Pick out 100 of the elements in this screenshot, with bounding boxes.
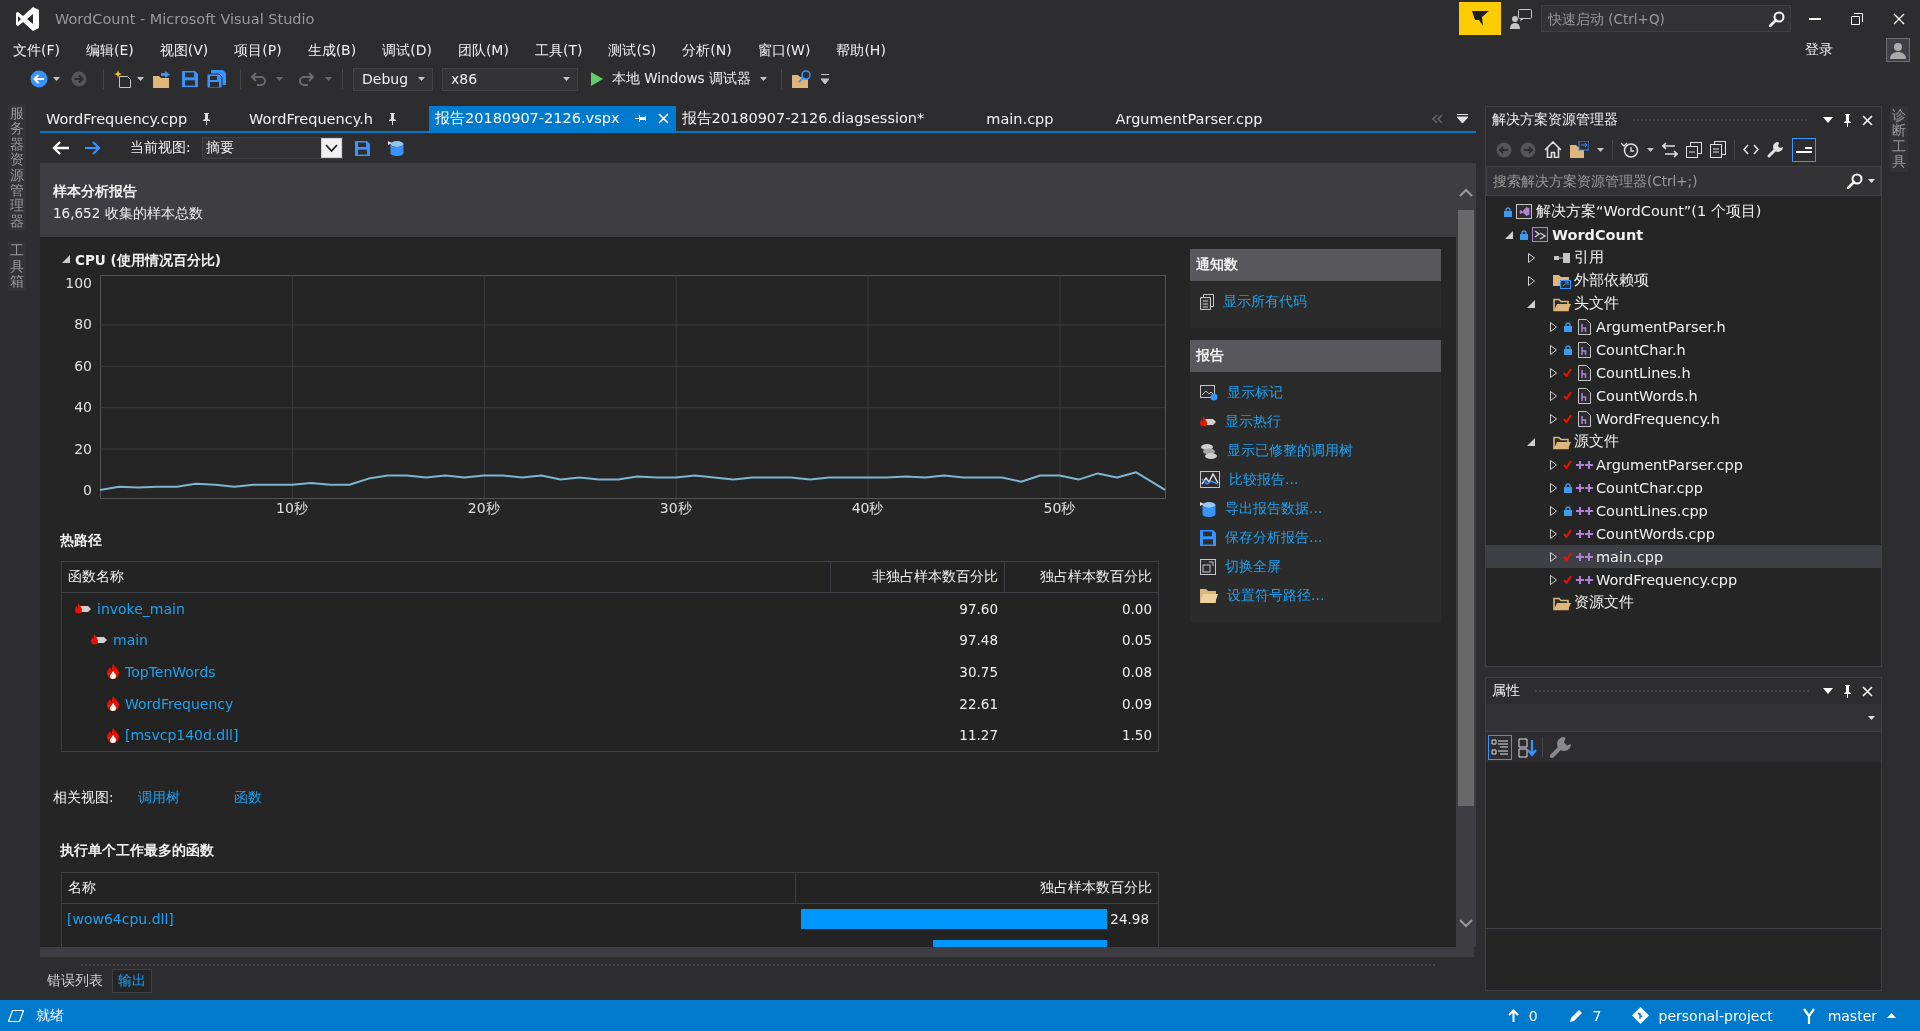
tree-item[interactable]: main.cpp <box>1486 545 1881 568</box>
collapsed-arrow-icon[interactable] <box>1549 505 1557 516</box>
branch-name[interactable]: master <box>1827 1007 1877 1024</box>
function-link[interactable]: WordFrequency <box>125 695 234 712</box>
swap-arrows-icon[interactable] <box>1662 141 1678 158</box>
save-icon[interactable] <box>182 71 198 87</box>
tree-item[interactable]: CountLines.cpp <box>1486 499 1881 522</box>
view-dropdown[interactable]: 摘要 <box>201 137 343 159</box>
preview-toggle-on-icon[interactable] <box>1792 137 1816 162</box>
caret-icon[interactable] <box>137 77 144 81</box>
person-speech-bubble-icon[interactable] <box>1510 8 1532 29</box>
sparkle-document-icon[interactable] <box>114 70 132 88</box>
save-icon[interactable] <box>1200 529 1216 546</box>
back-icon[interactable] <box>30 70 48 88</box>
tree-item[interactable]: CountWords.cpp <box>1486 522 1881 545</box>
start-debugging-button[interactable]: 本地 Windows 调试器 <box>587 67 771 91</box>
function-link[interactable]: [wow64cpu.dll] <box>67 911 174 928</box>
document-tab[interactable]: main.cpp <box>980 106 1110 131</box>
search-icon[interactable] <box>1769 10 1785 27</box>
menu-item[interactable]: 生成(B) <box>294 37 370 63</box>
caret-up-icon[interactable] <box>1887 1013 1896 1018</box>
sign-in-link[interactable]: 登录 <box>1805 41 1833 59</box>
menu-item[interactable]: 调试(D) <box>369 37 445 63</box>
report-link[interactable]: 保存分析报告... <box>1225 528 1323 547</box>
wrench-icon[interactable] <box>1767 141 1784 158</box>
folder-arrow-icon[interactable] <box>153 70 173 88</box>
column-header[interactable]: 独占样本数百分比 <box>1004 562 1158 592</box>
caret-icon[interactable] <box>53 77 60 81</box>
save-icon[interactable] <box>354 140 370 156</box>
expanded-arrow-icon[interactable] <box>1527 299 1535 308</box>
double-chevron-icon[interactable] <box>1431 113 1443 124</box>
function-link[interactable]: [msvcp140d.dll] <box>125 727 239 744</box>
collapsed-arrow-icon[interactable] <box>1549 390 1557 401</box>
tree-item[interactable]: WordFrequency.cpp <box>1486 568 1881 591</box>
caret-icon[interactable] <box>563 77 570 81</box>
function-link[interactable]: TopTenWords <box>125 664 216 680</box>
collapsed-arrow-icon[interactable] <box>1549 367 1557 378</box>
report-link[interactable]: 显示标记 <box>1227 383 1283 402</box>
avatar-icon[interactable] <box>1886 38 1910 62</box>
repository-name[interactable]: personal-project <box>1658 1007 1773 1024</box>
collapsed-arrow-icon[interactable] <box>1549 344 1557 355</box>
branch-icon[interactable] <box>1800 1007 1818 1024</box>
arrow-right-icon[interactable] <box>85 141 101 155</box>
menu-item[interactable]: 视图(V) <box>146 37 222 63</box>
expanded-arrow-icon[interactable] <box>1527 437 1535 446</box>
copy-icon[interactable] <box>1710 141 1726 158</box>
redo-icon[interactable] <box>298 72 314 86</box>
minimize-icon[interactable] <box>1809 17 1821 20</box>
menu-item[interactable]: 编辑(E) <box>73 37 147 63</box>
menu-item[interactable]: 帮助(H) <box>823 37 899 63</box>
collapsed-arrow-icon[interactable] <box>1549 482 1557 493</box>
document-tab[interactable]: WordFrequency.cpp <box>40 106 244 131</box>
function-link[interactable]: main <box>113 632 148 649</box>
save-all-icon[interactable] <box>207 70 226 88</box>
database-export-icon[interactable] <box>1200 500 1216 517</box>
side-tab[interactable]: 服务器资源管理器 <box>8 104 26 232</box>
collapsed-arrow-icon[interactable] <box>1549 321 1557 332</box>
arrow-left-icon[interactable] <box>52 141 69 155</box>
collapsed-arrow-icon[interactable] <box>1549 574 1557 585</box>
collapsed-arrow-icon[interactable] <box>1549 459 1557 470</box>
tree-item[interactable]: 引用 <box>1486 246 1881 269</box>
collapsed-arrow-icon[interactable] <box>1549 551 1557 562</box>
menu-item[interactable]: 窗口(W) <box>744 37 824 63</box>
tree-item[interactable]: CountLines.h <box>1486 361 1881 384</box>
home-icon[interactable] <box>1544 141 1562 158</box>
menu-item[interactable]: 分析(N) <box>669 37 745 63</box>
report-link[interactable]: 导出报告数据... <box>1225 499 1323 518</box>
database-export-icon[interactable] <box>387 140 404 156</box>
report-link[interactable]: 显示已修整的调用树 <box>1227 441 1353 460</box>
tree-item[interactable]: WordFrequency.h <box>1486 407 1881 430</box>
pin-icon[interactable] <box>202 112 212 125</box>
document-tab[interactable]: WordFrequency.h <box>243 106 430 131</box>
function-link[interactable]: invoke_main <box>97 600 185 617</box>
overflow-icon[interactable] <box>820 74 829 84</box>
side-tab[interactable]: 工具箱 <box>8 241 26 292</box>
column-header[interactable]: 非独占样本数百分比 <box>830 562 1004 592</box>
flag-icon[interactable] <box>1459 2 1501 35</box>
collapsed-arrow-icon[interactable] <box>1527 275 1535 286</box>
pin-icon[interactable] <box>1843 684 1852 698</box>
chevron-down-icon[interactable] <box>320 138 342 158</box>
close-icon[interactable] <box>1862 685 1873 697</box>
report-link[interactable]: 比较报告... <box>1229 470 1299 489</box>
folder-search-icon[interactable] <box>791 70 812 88</box>
collapsed-arrow-icon[interactable] <box>1549 528 1557 539</box>
caret-icon[interactable] <box>418 77 425 81</box>
pin-icon[interactable] <box>388 112 398 125</box>
tree-item[interactable]: ArgumentParser.cpp <box>1486 453 1881 476</box>
undo-icon[interactable] <box>251 72 267 86</box>
side-tab[interactable]: 诊断工具 <box>1890 106 1908 172</box>
git-icon[interactable] <box>1631 1007 1649 1024</box>
document-tab[interactable]: 报告20180907-2126.diagsession* <box>675 106 981 131</box>
tree-item[interactable]: 解决方案“WordCount”(1 个项目) <box>1486 200 1881 223</box>
dropdown-icon[interactable] <box>1823 688 1833 694</box>
outgoing-count[interactable]: 0 <box>1528 1007 1538 1024</box>
pencil-icon[interactable] <box>1569 1009 1583 1022</box>
caret-icon[interactable] <box>1868 715 1875 720</box>
tree-item[interactable]: ArgumentParser.h <box>1486 315 1881 338</box>
arrow-up-icon[interactable] <box>1507 1009 1519 1022</box>
menu-item[interactable]: 团队(M) <box>444 37 522 63</box>
caret-icon[interactable] <box>759 77 767 81</box>
